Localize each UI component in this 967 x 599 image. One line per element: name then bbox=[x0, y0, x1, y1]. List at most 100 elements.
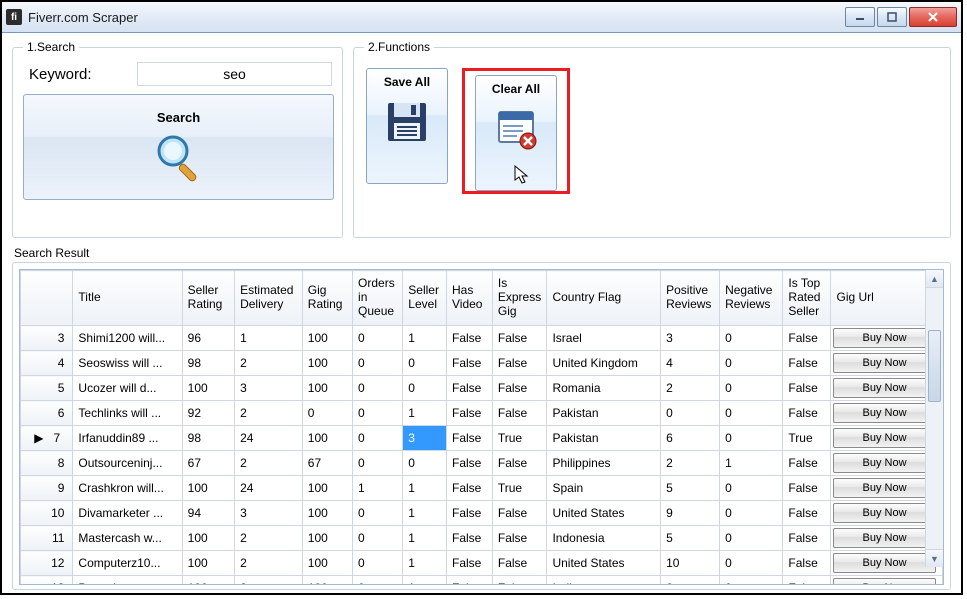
cell-gig_rating[interactable]: 100 bbox=[302, 476, 352, 501]
cell-video[interactable]: False bbox=[446, 576, 492, 586]
table-row[interactable]: 8Outsourceninj...6726700FalseFalsePhilip… bbox=[21, 451, 943, 476]
cell-video[interactable]: False bbox=[446, 401, 492, 426]
cell-express[interactable]: True bbox=[492, 426, 547, 451]
scroll-down-arrow[interactable]: ▼ bbox=[926, 549, 943, 567]
row-number[interactable]: 12 bbox=[21, 551, 73, 576]
cell-express[interactable]: False bbox=[492, 451, 547, 476]
cell-express[interactable]: False bbox=[492, 401, 547, 426]
buy-now-button[interactable]: Buy Now bbox=[833, 353, 935, 373]
cell-country[interactable]: Indonesia bbox=[547, 526, 661, 551]
cell-level[interactable]: 0 bbox=[403, 376, 447, 401]
cell-neg[interactable]: 1 bbox=[720, 451, 783, 476]
cell-gig_rating[interactable]: 100 bbox=[302, 576, 352, 586]
cell-country[interactable]: United States bbox=[547, 551, 661, 576]
cell-pos[interactable]: 6 bbox=[661, 576, 720, 586]
cell-seller_rating[interactable]: 100 bbox=[182, 376, 234, 401]
cell-top[interactable]: False bbox=[783, 376, 831, 401]
cell-seller_rating[interactable]: 98 bbox=[182, 351, 234, 376]
cell-neg[interactable]: 0 bbox=[720, 426, 783, 451]
row-number[interactable]: ▶ 7 bbox=[21, 426, 73, 451]
cell-title[interactable]: Divamarketer ... bbox=[73, 501, 182, 526]
cell-orders[interactable]: 0 bbox=[353, 501, 403, 526]
cell-est[interactable]: 3 bbox=[235, 376, 303, 401]
vertical-scrollbar[interactable]: ▲ ▼ bbox=[925, 270, 943, 567]
cell-top[interactable]: False bbox=[783, 526, 831, 551]
col-header[interactable]: Gig Rating bbox=[302, 271, 352, 326]
buy-now-button[interactable]: Buy Now bbox=[833, 503, 935, 523]
cell-express[interactable]: False bbox=[492, 351, 547, 376]
cell-pos[interactable]: 4 bbox=[661, 351, 720, 376]
cell-orders[interactable]: 0 bbox=[353, 426, 403, 451]
cell-country[interactable]: Spain bbox=[547, 476, 661, 501]
keyword-input[interactable] bbox=[137, 62, 332, 86]
cell-est[interactable]: 2 bbox=[235, 401, 303, 426]
cell-orders[interactable]: 0 bbox=[353, 551, 403, 576]
cell-video[interactable]: False bbox=[446, 351, 492, 376]
cell-level[interactable]: 1 bbox=[403, 401, 447, 426]
cell-title[interactable]: Penguinseo w... bbox=[73, 576, 182, 586]
cell-pos[interactable]: 9 bbox=[661, 501, 720, 526]
cell-level[interactable]: 1 bbox=[403, 526, 447, 551]
cell-title[interactable]: Outsourceninj... bbox=[73, 451, 182, 476]
cell-orders[interactable]: 0 bbox=[353, 351, 403, 376]
cell-level[interactable]: 0 bbox=[403, 451, 447, 476]
table-row[interactable]: 4Seoswiss will ...98210000FalseFalseUnit… bbox=[21, 351, 943, 376]
cell-gig_rating[interactable]: 100 bbox=[302, 526, 352, 551]
cell-video[interactable]: False bbox=[446, 501, 492, 526]
col-header[interactable]: Seller Level bbox=[403, 271, 447, 326]
cell-express[interactable]: False bbox=[492, 551, 547, 576]
buy-now-button[interactable]: Buy Now bbox=[833, 453, 935, 473]
cell-level[interactable]: 1 bbox=[403, 576, 447, 586]
cell-top[interactable]: False bbox=[783, 576, 831, 586]
cell-neg[interactable]: 0 bbox=[720, 376, 783, 401]
cell-neg[interactable]: 0 bbox=[720, 551, 783, 576]
row-number[interactable]: 5 bbox=[21, 376, 73, 401]
cell-country[interactable]: United States bbox=[547, 501, 661, 526]
cell-title[interactable]: Ucozer will d... bbox=[73, 376, 182, 401]
cell-neg[interactable]: 0 bbox=[720, 576, 783, 586]
col-header[interactable]: Estimated Delivery bbox=[235, 271, 303, 326]
clear-all-button[interactable]: Clear All bbox=[475, 75, 557, 191]
cell-neg[interactable]: 0 bbox=[720, 501, 783, 526]
cell-level[interactable]: 1 bbox=[403, 476, 447, 501]
cell-est[interactable]: 2 bbox=[235, 526, 303, 551]
cell-country[interactable]: Philippines bbox=[547, 451, 661, 476]
cell-pos[interactable]: 10 bbox=[661, 551, 720, 576]
cell-orders[interactable]: 0 bbox=[353, 326, 403, 351]
cell-country[interactable]: Pakistan bbox=[547, 401, 661, 426]
cell-est[interactable]: 2 bbox=[235, 551, 303, 576]
row-header-col[interactable] bbox=[21, 271, 73, 326]
cell-top[interactable]: False bbox=[783, 451, 831, 476]
cell-est[interactable]: 3 bbox=[235, 501, 303, 526]
row-number[interactable]: 11 bbox=[21, 526, 73, 551]
cell-top[interactable]: False bbox=[783, 476, 831, 501]
cell-top[interactable]: False bbox=[783, 501, 831, 526]
cell-video[interactable]: False bbox=[446, 476, 492, 501]
col-header[interactable]: Title bbox=[73, 271, 182, 326]
cell-orders[interactable]: 0 bbox=[353, 451, 403, 476]
cell-express[interactable]: True bbox=[492, 476, 547, 501]
cell-est[interactable]: 24 bbox=[235, 426, 303, 451]
close-button[interactable] bbox=[909, 7, 957, 27]
cell-video[interactable]: False bbox=[446, 526, 492, 551]
cell-gig_rating[interactable]: 100 bbox=[302, 426, 352, 451]
cell-seller_rating[interactable]: 67 bbox=[182, 451, 234, 476]
cell-pos[interactable]: 2 bbox=[661, 376, 720, 401]
cell-orders[interactable]: 0 bbox=[353, 526, 403, 551]
cell-video[interactable]: False bbox=[446, 551, 492, 576]
buy-now-button[interactable]: Buy Now bbox=[833, 378, 935, 398]
cell-gig_rating[interactable]: 67 bbox=[302, 451, 352, 476]
table-row[interactable]: ▶ 7Irfanuddin89 ...982410003FalseTruePak… bbox=[21, 426, 943, 451]
cell-top[interactable]: True bbox=[783, 426, 831, 451]
cell-level[interactable]: 1 bbox=[403, 326, 447, 351]
row-number[interactable]: 8 bbox=[21, 451, 73, 476]
cell-top[interactable]: False bbox=[783, 326, 831, 351]
buy-now-button[interactable]: Buy Now bbox=[833, 578, 935, 585]
cell-level[interactable]: 1 bbox=[403, 501, 447, 526]
cell-orders[interactable]: 0 bbox=[353, 401, 403, 426]
cell-gig_rating[interactable]: 100 bbox=[302, 376, 352, 401]
table-row[interactable]: 3Shimi1200 will...96110001FalseFalseIsra… bbox=[21, 326, 943, 351]
cell-level[interactable]: 0 bbox=[403, 351, 447, 376]
table-row[interactable]: 12Computerz10...100210001FalseFalseUnite… bbox=[21, 551, 943, 576]
cell-express[interactable]: False bbox=[492, 326, 547, 351]
